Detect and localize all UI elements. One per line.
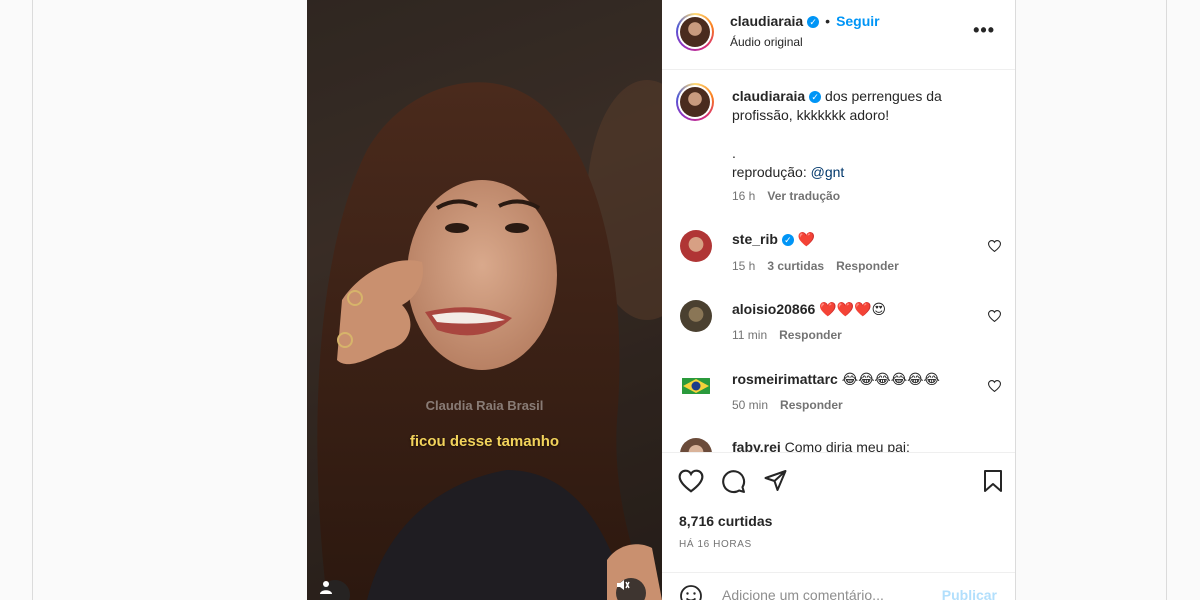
comment-username[interactable]: aloisio20866 [732,301,815,317]
comments-list[interactable]: claudiaraia ✓ dos perrengues da profissão… [662,70,1015,452]
video-subtitle: ficou desse tamanho [409,433,560,450]
likes-count[interactable]: 8,716 curtidas [679,513,772,529]
caption-author-avatar[interactable] [676,83,714,121]
comment-time: 11 min [732,328,768,342]
video-frame-illustration [307,0,662,600]
comment-text: aloisio20866 ❤️❤️❤️😍 [732,300,886,319]
caption-meta: 16 h Ver tradução [732,189,852,203]
post-card: Claudia Raia Brasil ficou desse tamanho … [307,0,1016,600]
save-bookmark-icon[interactable] [982,469,1004,498]
comment-meta: 11 min Responder [732,328,854,342]
like-comment-heart-icon[interactable] [987,309,1002,327]
comment-body: ❤️ [797,231,816,247]
caption-line4-prefix: reprodução: [732,164,811,180]
page-left-border [32,0,33,600]
comment-username[interactable]: faby.rei [732,439,781,452]
comment-meta: 50 min Responder [732,398,855,412]
comment-text: rosmeirimattarc 😂😂😂😂😂😂 [732,370,940,389]
share-paper-plane-icon[interactable] [763,469,788,498]
like-comment-heart-icon[interactable] [987,379,1002,397]
reply-button[interactable]: Responder [780,398,843,412]
post-timestamp[interactable]: HÁ 16 HORAS [679,539,752,550]
author-avatar[interactable] [676,13,714,51]
comment-body: Como diria meu pai: [784,439,910,452]
reel-video[interactable]: Claudia Raia Brasil ficou desse tamanho [307,0,662,600]
video-watermark: Claudia Raia Brasil [425,398,544,413]
comment-text: ste_rib ✓ ❤️ [732,230,815,249]
caption-username[interactable]: claudiaraia [732,88,805,104]
comment-input[interactable]: Adicione um comentário... [722,587,884,600]
like-comment-heart-icon[interactable] [987,239,1002,257]
see-translation-link[interactable]: Ver tradução [767,189,840,203]
verified-badge-icon: ✓ [807,16,820,28]
separator-dot: • [825,13,831,29]
caption-text: claudiaraia ✓ dos perrengues da profissão… [732,87,992,182]
comment-body: ❤️❤️❤️😍 [819,301,887,317]
verified-badge-icon: ✓ [781,234,794,246]
comment-avatar[interactable] [680,230,712,262]
add-comment-bar: Adicione um comentário... Publicar [662,572,1015,600]
page-right-border [1166,0,1167,600]
comment-username[interactable]: rosmeirimattarc [732,371,838,387]
emoji-icon[interactable] [679,584,703,600]
audio-label[interactable]: Áudio original [730,35,803,49]
comment-avatar[interactable] [680,300,712,332]
caption-line2: profissão, kkkkkkk adoro! [732,107,890,123]
comment-username[interactable]: ste_rib [732,231,778,247]
mute-button[interactable] [616,578,646,600]
comment-avatar[interactable] [680,438,712,452]
comment-likes-link[interactable]: 3 curtidas [767,259,824,273]
post-side-panel: claudiaraia ✓ • Seguir Áudio original ••• c… [662,0,1015,600]
follow-button[interactable]: Seguir [836,13,880,29]
reply-button[interactable]: Responder [779,328,842,342]
like-heart-icon[interactable] [678,469,704,498]
comment-text: faby.rei Como diria meu pai: [732,438,910,452]
comment-time: 15 h [732,259,756,273]
comment-bubble-icon[interactable] [721,469,746,499]
comment-avatar-brazil-flag[interactable] [680,370,712,402]
reply-button[interactable]: Responder [836,259,899,273]
caption-mention-link[interactable]: @gnt [811,164,845,180]
post-header: claudiaraia ✓ • Seguir Áudio original ••• [662,0,1015,70]
caption-time: 16 h [732,189,756,203]
caption-line1: dos perrengues da [825,88,942,104]
caption-line3: . [732,145,736,161]
author-username[interactable]: claudiaraia [730,13,803,29]
more-options-icon[interactable]: ••• [973,20,995,41]
comment-time: 50 min [732,398,769,412]
publish-comment-button[interactable]: Publicar [942,587,997,600]
post-actions: 8,716 curtidas HÁ 16 HORAS [662,452,1015,573]
comment-meta: 15 h 3 curtidas Responder [732,259,911,273]
verified-badge-icon: ✓ [809,91,822,103]
comment-body: 😂😂😂😂😂😂 [841,371,940,387]
